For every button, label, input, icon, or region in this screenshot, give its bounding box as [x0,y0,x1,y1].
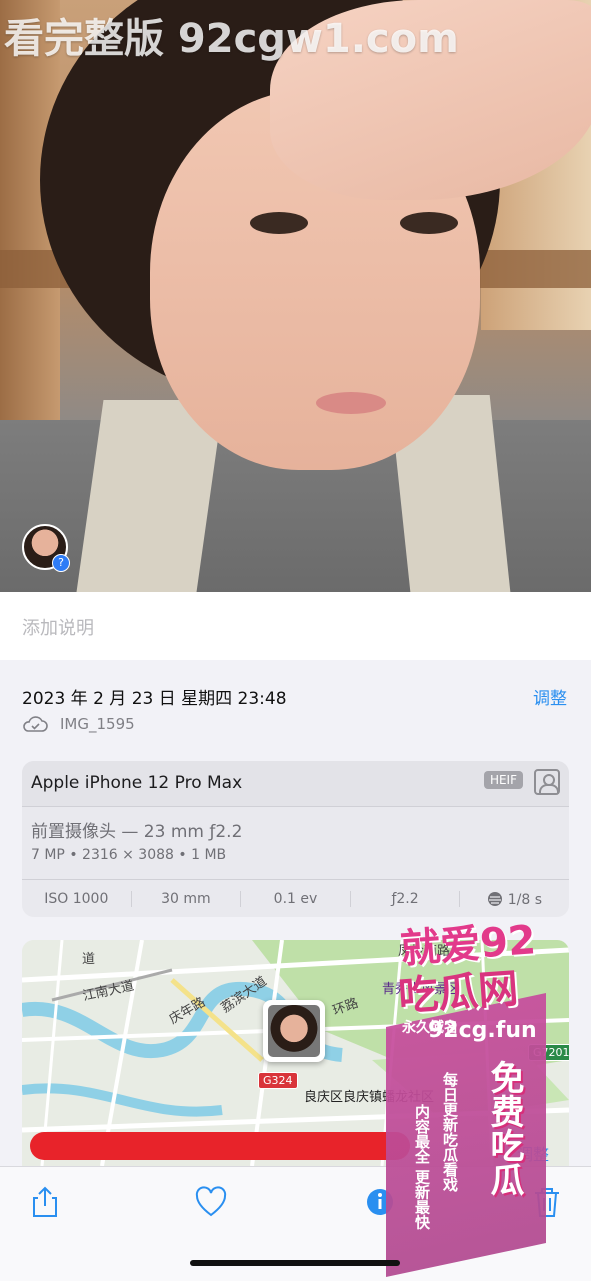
exif-aperture: ƒ2.2 [351,891,461,907]
shutter-icon [488,892,503,906]
photo-watermark: 看完整版 92cgw1.com [4,16,459,62]
exif-focal-length: 30 mm [132,891,242,907]
road-shield: G324 [258,1072,298,1089]
filename-row: IMG_1595 [22,715,135,733]
redaction-bar [30,1132,410,1160]
watermark-domain: 92cg.fun [428,1018,537,1043]
share-icon[interactable] [27,1184,63,1220]
camera-info-card: Apple iPhone 12 Pro Max HEIF 前置摄像头 — 23 … [22,761,569,917]
image-specs: 7 MP • 2316 × 3088 • 1 MB [31,847,227,863]
watermark-slogan: 内容最全 更新最快 [413,1104,431,1230]
pin-thumbnail [268,1005,320,1057]
photo-subject [316,392,386,414]
photo-location-pin[interactable] [263,1000,325,1062]
exif-shutter-value: 1/8 s [507,892,543,908]
adjust-date-button[interactable]: 调整 [533,684,567,709]
exif-iso: ISO 1000 [22,891,132,907]
photo-subject [400,212,458,234]
caption-placeholder: 添加说明 [22,618,94,639]
device-name: Apple iPhone 12 Pro Max [31,773,243,793]
lens-info: 前置摄像头 — 23 mm ƒ2.2 [31,822,243,842]
photo-viewer[interactable]: 看完整版 92cgw1.com [0,0,591,592]
exif-exposure-bias: 0.1 ev [241,891,351,907]
watermark-slogan: 每日更新吃瓜看戏 [441,1072,459,1192]
home-indicator [190,1260,400,1266]
watermark-title: 吃瓜网 [396,965,520,1021]
watermark-domain-tag: 永久域名 [402,1020,458,1036]
caption-field[interactable]: 添加说明 [0,592,591,660]
watermark-slogan: 免费吃瓜 [484,1060,524,1196]
map-label: 道 [82,952,96,967]
filename: IMG_1595 [60,715,135,733]
format-badge: HEIF [483,771,523,789]
photo-subject [250,212,308,234]
heart-icon[interactable] [193,1184,229,1220]
unknown-person-icon: ? [52,554,70,572]
capture-date: 2023 年 2 月 23 日 星期四 23:48 [22,689,287,709]
portrait-icon [534,769,560,795]
icloud-icon [23,716,48,732]
exif-shutter: 1/8 s [460,891,569,908]
person-tag-avatar[interactable]: ? [22,524,70,572]
